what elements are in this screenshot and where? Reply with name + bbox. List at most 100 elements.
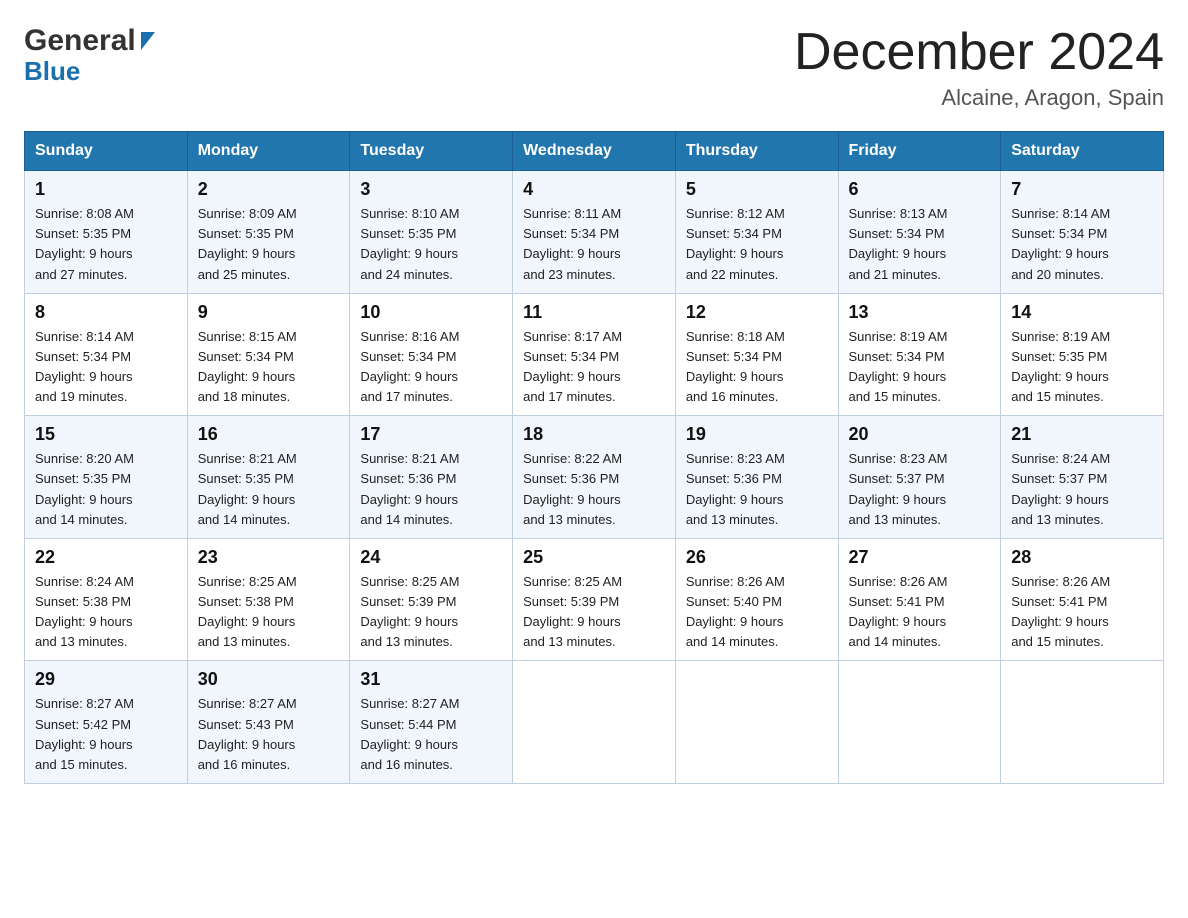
day-info: Sunrise: 8:21 AM Sunset: 5:35 PM Dayligh…	[198, 449, 340, 530]
calendar-cell: 2 Sunrise: 8:09 AM Sunset: 5:35 PM Dayli…	[187, 171, 350, 294]
header-row: Sunday Monday Tuesday Wednesday Thursday…	[25, 132, 1164, 171]
week-row-3: 15 Sunrise: 8:20 AM Sunset: 5:35 PM Dayl…	[25, 416, 1164, 539]
day-info: Sunrise: 8:25 AM Sunset: 5:39 PM Dayligh…	[360, 572, 502, 653]
day-info: Sunrise: 8:27 AM Sunset: 5:42 PM Dayligh…	[35, 694, 177, 775]
day-number: 6	[849, 179, 991, 200]
day-number: 13	[849, 302, 991, 323]
calendar-cell	[675, 661, 838, 784]
calendar-table: Sunday Monday Tuesday Wednesday Thursday…	[24, 131, 1164, 784]
day-number: 29	[35, 669, 177, 690]
week-row-5: 29 Sunrise: 8:27 AM Sunset: 5:42 PM Dayl…	[25, 661, 1164, 784]
month-title: December 2024	[794, 24, 1164, 81]
location-title: Alcaine, Aragon, Spain	[794, 85, 1164, 111]
day-number: 25	[523, 547, 665, 568]
col-friday: Friday	[838, 132, 1001, 171]
day-info: Sunrise: 8:25 AM Sunset: 5:39 PM Dayligh…	[523, 572, 665, 653]
week-row-4: 22 Sunrise: 8:24 AM Sunset: 5:38 PM Dayl…	[25, 538, 1164, 661]
col-wednesday: Wednesday	[513, 132, 676, 171]
day-number: 26	[686, 547, 828, 568]
day-number: 21	[1011, 424, 1153, 445]
day-info: Sunrise: 8:23 AM Sunset: 5:37 PM Dayligh…	[849, 449, 991, 530]
logo-general-text: General	[24, 24, 136, 58]
calendar-cell	[838, 661, 1001, 784]
calendar-cell: 4 Sunrise: 8:11 AM Sunset: 5:34 PM Dayli…	[513, 171, 676, 294]
col-monday: Monday	[187, 132, 350, 171]
day-info: Sunrise: 8:27 AM Sunset: 5:43 PM Dayligh…	[198, 694, 340, 775]
logo-arrow-icon	[141, 32, 155, 50]
day-number: 12	[686, 302, 828, 323]
calendar-cell: 10 Sunrise: 8:16 AM Sunset: 5:34 PM Dayl…	[350, 293, 513, 416]
calendar-cell: 17 Sunrise: 8:21 AM Sunset: 5:36 PM Dayl…	[350, 416, 513, 539]
page-header: General Blue December 2024 Alcaine, Arag…	[24, 24, 1164, 111]
calendar-cell: 30 Sunrise: 8:27 AM Sunset: 5:43 PM Dayl…	[187, 661, 350, 784]
day-number: 30	[198, 669, 340, 690]
calendar-cell: 11 Sunrise: 8:17 AM Sunset: 5:34 PM Dayl…	[513, 293, 676, 416]
logo: General Blue	[24, 24, 155, 87]
day-info: Sunrise: 8:18 AM Sunset: 5:34 PM Dayligh…	[686, 327, 828, 408]
week-row-2: 8 Sunrise: 8:14 AM Sunset: 5:34 PM Dayli…	[25, 293, 1164, 416]
day-info: Sunrise: 8:26 AM Sunset: 5:41 PM Dayligh…	[1011, 572, 1153, 653]
col-sunday: Sunday	[25, 132, 188, 171]
day-number: 5	[686, 179, 828, 200]
day-number: 23	[198, 547, 340, 568]
day-info: Sunrise: 8:19 AM Sunset: 5:34 PM Dayligh…	[849, 327, 991, 408]
logo-line2: Blue	[24, 56, 80, 87]
day-number: 24	[360, 547, 502, 568]
day-number: 22	[35, 547, 177, 568]
day-number: 27	[849, 547, 991, 568]
calendar-cell: 15 Sunrise: 8:20 AM Sunset: 5:35 PM Dayl…	[25, 416, 188, 539]
day-number: 16	[198, 424, 340, 445]
day-info: Sunrise: 8:19 AM Sunset: 5:35 PM Dayligh…	[1011, 327, 1153, 408]
calendar-cell: 19 Sunrise: 8:23 AM Sunset: 5:36 PM Dayl…	[675, 416, 838, 539]
calendar-cell: 3 Sunrise: 8:10 AM Sunset: 5:35 PM Dayli…	[350, 171, 513, 294]
title-block: December 2024 Alcaine, Aragon, Spain	[794, 24, 1164, 111]
calendar-cell: 12 Sunrise: 8:18 AM Sunset: 5:34 PM Dayl…	[675, 293, 838, 416]
col-saturday: Saturday	[1001, 132, 1164, 171]
calendar-cell: 31 Sunrise: 8:27 AM Sunset: 5:44 PM Dayl…	[350, 661, 513, 784]
day-info: Sunrise: 8:24 AM Sunset: 5:37 PM Dayligh…	[1011, 449, 1153, 530]
calendar-cell: 28 Sunrise: 8:26 AM Sunset: 5:41 PM Dayl…	[1001, 538, 1164, 661]
calendar-cell: 1 Sunrise: 8:08 AM Sunset: 5:35 PM Dayli…	[25, 171, 188, 294]
day-number: 19	[686, 424, 828, 445]
day-info: Sunrise: 8:08 AM Sunset: 5:35 PM Dayligh…	[35, 204, 177, 285]
week-row-1: 1 Sunrise: 8:08 AM Sunset: 5:35 PM Dayli…	[25, 171, 1164, 294]
day-number: 28	[1011, 547, 1153, 568]
day-number: 18	[523, 424, 665, 445]
day-info: Sunrise: 8:14 AM Sunset: 5:34 PM Dayligh…	[35, 327, 177, 408]
col-tuesday: Tuesday	[350, 132, 513, 171]
calendar-cell: 27 Sunrise: 8:26 AM Sunset: 5:41 PM Dayl…	[838, 538, 1001, 661]
day-number: 8	[35, 302, 177, 323]
day-number: 1	[35, 179, 177, 200]
calendar-cell	[513, 661, 676, 784]
day-info: Sunrise: 8:21 AM Sunset: 5:36 PM Dayligh…	[360, 449, 502, 530]
calendar-cell: 8 Sunrise: 8:14 AM Sunset: 5:34 PM Dayli…	[25, 293, 188, 416]
calendar-cell: 18 Sunrise: 8:22 AM Sunset: 5:36 PM Dayl…	[513, 416, 676, 539]
calendar-cell	[1001, 661, 1164, 784]
calendar-cell: 21 Sunrise: 8:24 AM Sunset: 5:37 PM Dayl…	[1001, 416, 1164, 539]
day-info: Sunrise: 8:22 AM Sunset: 5:36 PM Dayligh…	[523, 449, 665, 530]
day-info: Sunrise: 8:14 AM Sunset: 5:34 PM Dayligh…	[1011, 204, 1153, 285]
calendar-cell: 20 Sunrise: 8:23 AM Sunset: 5:37 PM Dayl…	[838, 416, 1001, 539]
calendar-cell: 5 Sunrise: 8:12 AM Sunset: 5:34 PM Dayli…	[675, 171, 838, 294]
day-info: Sunrise: 8:17 AM Sunset: 5:34 PM Dayligh…	[523, 327, 665, 408]
day-info: Sunrise: 8:09 AM Sunset: 5:35 PM Dayligh…	[198, 204, 340, 285]
calendar-cell: 23 Sunrise: 8:25 AM Sunset: 5:38 PM Dayl…	[187, 538, 350, 661]
calendar-cell: 13 Sunrise: 8:19 AM Sunset: 5:34 PM Dayl…	[838, 293, 1001, 416]
day-number: 3	[360, 179, 502, 200]
day-number: 14	[1011, 302, 1153, 323]
day-number: 31	[360, 669, 502, 690]
day-info: Sunrise: 8:20 AM Sunset: 5:35 PM Dayligh…	[35, 449, 177, 530]
day-info: Sunrise: 8:13 AM Sunset: 5:34 PM Dayligh…	[849, 204, 991, 285]
day-info: Sunrise: 8:27 AM Sunset: 5:44 PM Dayligh…	[360, 694, 502, 775]
day-number: 7	[1011, 179, 1153, 200]
logo-line1: General	[24, 24, 155, 58]
day-number: 2	[198, 179, 340, 200]
day-number: 20	[849, 424, 991, 445]
day-info: Sunrise: 8:16 AM Sunset: 5:34 PM Dayligh…	[360, 327, 502, 408]
calendar-cell: 14 Sunrise: 8:19 AM Sunset: 5:35 PM Dayl…	[1001, 293, 1164, 416]
calendar-cell: 29 Sunrise: 8:27 AM Sunset: 5:42 PM Dayl…	[25, 661, 188, 784]
day-number: 4	[523, 179, 665, 200]
day-info: Sunrise: 8:12 AM Sunset: 5:34 PM Dayligh…	[686, 204, 828, 285]
day-number: 9	[198, 302, 340, 323]
day-number: 17	[360, 424, 502, 445]
